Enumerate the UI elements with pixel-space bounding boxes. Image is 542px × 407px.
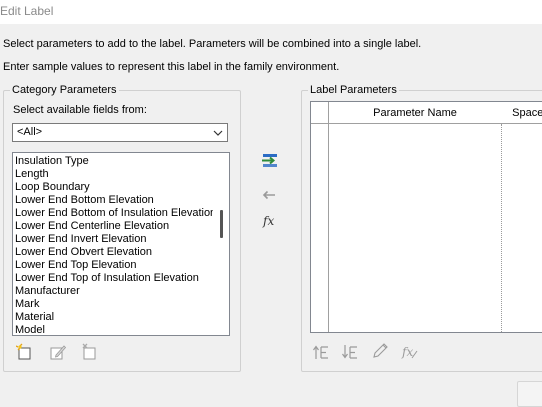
- scrollbar-thumb[interactable]: [220, 210, 223, 238]
- move-down-icon[interactable]: [341, 343, 359, 361]
- move-up-icon[interactable]: [312, 343, 330, 361]
- list-item[interactable]: Lower End Obvert Elevation: [15, 246, 213, 259]
- window-title: Edit Label: [0, 4, 54, 18]
- instruction-line-2: Enter sample values to represent this la…: [3, 61, 340, 73]
- list-item[interactable]: Loop Boundary: [15, 181, 213, 194]
- edit-sample-value-icon[interactable]: [372, 342, 390, 360]
- svg-text:fx: fx: [262, 214, 274, 228]
- list-item[interactable]: Manufacturer: [15, 285, 213, 298]
- list-item[interactable]: Lower End Top of Insulation Elevation: [15, 272, 213, 285]
- list-item[interactable]: Lower End Bottom of Insulation Elevation: [15, 207, 213, 220]
- instruction-line-1: Select parameters to add to the label. P…: [3, 38, 422, 50]
- list-item[interactable]: Lower End Bottom Elevation: [15, 194, 213, 207]
- category-combo-value: <All>: [17, 126, 43, 138]
- list-item[interactable]: Lower End Invert Elevation: [15, 233, 213, 246]
- chevron-down-icon: [213, 130, 223, 136]
- list-item[interactable]: Insulation Type: [15, 155, 213, 168]
- list-item[interactable]: Lower End Centerline Elevation: [15, 220, 213, 233]
- column-header-spaces[interactable]: Spaces: [501, 102, 542, 124]
- delete-parameter-icon[interactable]: [81, 343, 99, 361]
- category-combo[interactable]: <All>: [12, 123, 228, 142]
- list-item[interactable]: Length: [15, 168, 213, 181]
- add-parameter-arrow-icon[interactable]: [261, 152, 279, 170]
- select-fields-label: Select available fields from:: [13, 104, 147, 116]
- title-bar: [0, 0, 542, 24]
- edit-function-icon[interactable]: fx: [401, 343, 419, 361]
- list-item[interactable]: Mark: [15, 298, 213, 311]
- list-item[interactable]: Lower End Top Elevation: [15, 259, 213, 272]
- category-parameters-legend: Category Parameters: [12, 84, 117, 96]
- remove-parameter-arrow-icon[interactable]: [260, 186, 278, 204]
- label-parameters-grid[interactable]: Parameter Name Spaces: [310, 101, 542, 333]
- svg-text:fx: fx: [401, 345, 413, 359]
- row-header-column: [311, 124, 329, 332]
- list-item[interactable]: Model: [15, 324, 213, 335]
- list-scrollbar[interactable]: [215, 153, 229, 335]
- function-fx-icon[interactable]: fx: [260, 212, 278, 230]
- label-parameters-legend: Label Parameters: [310, 84, 397, 96]
- grid-corner: [311, 102, 329, 124]
- column-header-parameter-name[interactable]: Parameter Name: [329, 102, 502, 124]
- column-divider: [501, 124, 502, 332]
- list-item[interactable]: Material: [15, 311, 213, 324]
- category-parameters-list[interactable]: Insulation Type Length Loop Boundary Lower …: [12, 152, 230, 336]
- ok-button[interactable]: [517, 381, 542, 407]
- edit-parameter-icon[interactable]: [49, 343, 67, 361]
- new-parameter-icon[interactable]: [16, 343, 34, 361]
